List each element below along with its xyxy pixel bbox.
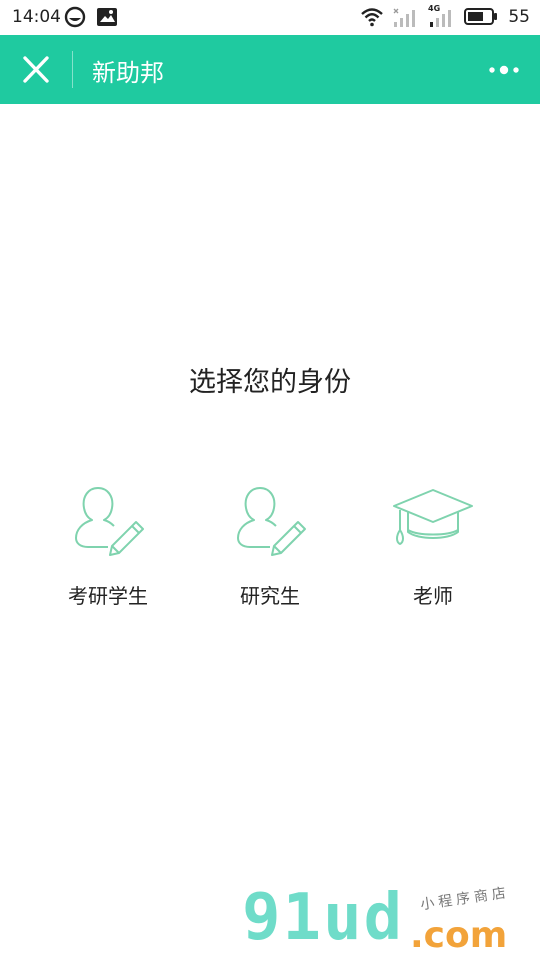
status-bar: 14:04 4G 55 bbox=[0, 0, 540, 35]
watermark-tagline: 小程序商店 bbox=[419, 884, 511, 914]
page-title: 选择您的身份 bbox=[189, 367, 351, 398]
header-title: 新助邦 bbox=[92, 59, 164, 87]
app-circle-icon bbox=[64, 6, 86, 28]
watermark-domain: .com bbox=[410, 915, 508, 956]
battery-level: 55 bbox=[508, 7, 530, 27]
status-right-group: 4G 55 bbox=[360, 4, 530, 28]
role-option-kaoyan-student[interactable]: 考研学生 bbox=[53, 480, 163, 630]
watermark-brand: 91ud bbox=[242, 881, 405, 955]
wifi-icon bbox=[361, 8, 383, 27]
graduation-cap-icon bbox=[393, 489, 473, 545]
signal-4g-icon bbox=[430, 10, 451, 27]
role-option-graduate-student[interactable]: 研究生 bbox=[215, 480, 325, 630]
image-icon bbox=[97, 8, 117, 26]
app-header: 新助邦 bbox=[0, 35, 540, 104]
role-label: 研究生 bbox=[240, 584, 300, 608]
role-label: 老师 bbox=[413, 584, 453, 608]
more-icon[interactable] bbox=[488, 62, 520, 78]
header-divider bbox=[72, 51, 73, 88]
close-icon[interactable] bbox=[18, 53, 54, 87]
student-pencil-icon bbox=[75, 487, 144, 556]
role-label: 考研学生 bbox=[68, 584, 148, 608]
battery-icon bbox=[464, 8, 497, 25]
status-time: 14:04 bbox=[12, 7, 61, 27]
role-option-teacher[interactable]: 老师 bbox=[378, 480, 488, 630]
watermark: 91ud .com 小程序商店 bbox=[240, 880, 540, 960]
signal-icon bbox=[393, 8, 415, 27]
student-pencil-icon bbox=[237, 487, 306, 556]
